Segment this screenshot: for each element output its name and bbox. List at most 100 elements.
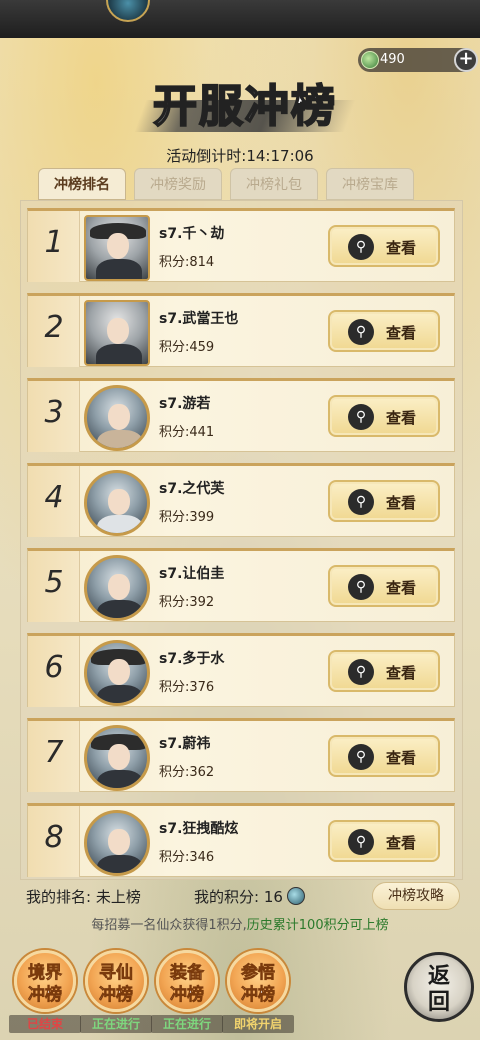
status-badge: 正在进行	[151, 1015, 223, 1033]
button-line2: 冲榜	[99, 985, 134, 1006]
button-line1: 境界	[28, 963, 63, 984]
countdown-time: 14:17:06	[246, 147, 314, 165]
ranking-row: 2 s7.武當王也 积分:459 ⚲ 查看	[27, 293, 455, 367]
add-currency-button[interactable]: +	[454, 48, 478, 72]
rank-number: 7	[44, 735, 64, 770]
my-score: 我的积分: 16	[194, 886, 305, 907]
button-line2: 冲榜	[170, 985, 205, 1006]
ranking-row: 8 s7.狂拽酷炫 积分:346 ⚲ 查看	[27, 803, 455, 877]
my-rank-value: 未上榜	[95, 888, 141, 906]
view-button[interactable]: ⚲ 查看	[328, 735, 440, 777]
tab-gift-pack[interactable]: 冲榜礼包	[230, 168, 318, 200]
player-score: 积分:399	[159, 510, 215, 525]
back-line1: 返	[427, 963, 450, 989]
view-button[interactable]: ⚲ 查看	[328, 480, 440, 522]
avatar[interactable]	[84, 640, 150, 706]
avatar[interactable]	[84, 470, 150, 536]
button-line1: 参悟	[241, 963, 276, 984]
status-badge: 正在进行	[80, 1015, 152, 1033]
tip-text: 每招募一名仙众获得1积分,	[91, 918, 247, 933]
avatar[interactable]	[84, 555, 150, 621]
view-button-label: 查看	[386, 579, 417, 597]
menu-medal-icon[interactable]	[106, 0, 150, 22]
search-icon: ⚲	[348, 659, 374, 685]
button-line1: 装备	[170, 963, 205, 984]
player-name: s7.千丶劫	[159, 226, 225, 242]
page-title: 开服冲榜	[152, 80, 337, 133]
tab-ranking[interactable]: 冲榜排名	[38, 168, 126, 200]
rank-number: 8	[44, 820, 64, 855]
my-rank-label: 我的排名:	[26, 888, 92, 906]
rank-cell: 2	[28, 296, 80, 367]
view-button[interactable]: ⚲ 查看	[328, 310, 440, 352]
search-icon: ⚲	[348, 234, 374, 260]
jade-icon	[361, 51, 379, 69]
tab-bar: 冲榜排名 冲榜奖励 冲榜礼包 冲榜宝库	[38, 168, 418, 200]
rank-number: 2	[44, 310, 64, 345]
avatar[interactable]	[84, 385, 150, 451]
my-rank: 我的排名: 未上榜	[26, 886, 141, 907]
rank-cell: 1	[28, 211, 80, 282]
rank-cell: 5	[28, 551, 80, 622]
player-score: 积分:459	[159, 340, 215, 355]
search-icon: ⚲	[348, 404, 374, 430]
points-coin-icon	[286, 887, 305, 905]
view-button-label: 查看	[386, 749, 417, 767]
rank-number: 6	[44, 650, 64, 685]
rank-number: 5	[44, 565, 64, 600]
avatar[interactable]	[84, 300, 150, 366]
back-button[interactable]: 返 回	[404, 952, 474, 1022]
tip-highlight: 历史累计100积分可上榜	[246, 918, 389, 933]
search-icon: ⚲	[348, 574, 374, 600]
avatar[interactable]	[84, 810, 150, 876]
my-score-value: 16	[263, 888, 283, 906]
button-line2: 冲榜	[28, 985, 63, 1006]
rank-cell: 6	[28, 636, 80, 707]
tab-rewards[interactable]: 冲榜奖励	[134, 168, 222, 200]
rank-cell: 8	[28, 806, 80, 877]
realm-ranking-button[interactable]: 境界 冲榜	[14, 950, 76, 1012]
tab-treasury[interactable]: 冲榜宝库	[326, 168, 414, 200]
rank-number: 3	[44, 395, 64, 430]
view-button-label: 查看	[386, 834, 417, 852]
comprehension-ranking-button[interactable]: 参悟 冲榜	[227, 950, 289, 1012]
avatar[interactable]	[84, 725, 150, 791]
equipment-ranking-button[interactable]: 装备 冲榜	[156, 950, 218, 1012]
search-icon: ⚲	[348, 319, 374, 345]
rank-number: 4	[44, 480, 64, 515]
player-score: 积分:392	[159, 595, 215, 610]
status-badge: 已结束	[9, 1015, 81, 1033]
view-button[interactable]: ⚲ 查看	[328, 650, 440, 692]
view-button-label: 查看	[386, 494, 417, 512]
search-icon: ⚲	[348, 744, 374, 770]
immortal-search-ranking-button[interactable]: 寻仙 冲榜	[85, 950, 147, 1012]
page-title-banner: 开服冲榜	[134, 70, 356, 140]
ranking-row: 6 s7.多于水 积分:376 ⚲ 查看	[27, 633, 455, 707]
search-icon: ⚲	[348, 489, 374, 515]
player-name: s7.狂拽酷炫	[159, 821, 239, 837]
player-score: 积分:376	[159, 680, 215, 695]
player-name: s7.游若	[159, 396, 211, 412]
my-score-label: 我的积分:	[194, 888, 260, 906]
ranking-guide-button[interactable]: 冲榜攻略	[372, 882, 460, 910]
view-button[interactable]: ⚲ 查看	[328, 565, 440, 607]
top-bar	[0, 0, 480, 38]
view-button-label: 查看	[386, 324, 417, 342]
player-name: s7.武當王也	[159, 311, 239, 327]
status-badge: 即将开启	[222, 1015, 294, 1033]
view-button[interactable]: ⚲ 查看	[328, 225, 440, 267]
ranking-row: 1 s7.千丶劫 积分:814 ⚲ 查看	[27, 208, 455, 282]
event-countdown: 活动倒计时:14:17:06	[0, 145, 480, 166]
player-name: s7.让伯圭	[159, 566, 225, 582]
player-score: 积分:362	[159, 765, 215, 780]
view-button[interactable]: ⚲ 查看	[328, 820, 440, 862]
player-name: s7.蔚祎	[159, 736, 211, 752]
view-button-label: 查看	[386, 409, 417, 427]
avatar[interactable]	[84, 215, 150, 281]
rank-cell: 3	[28, 381, 80, 452]
countdown-label: 活动倒计时:	[166, 147, 247, 165]
rank-number: 1	[44, 225, 64, 260]
currency-amount: 490	[380, 52, 405, 67]
player-score: 积分:814	[159, 255, 215, 270]
view-button[interactable]: ⚲ 查看	[328, 395, 440, 437]
